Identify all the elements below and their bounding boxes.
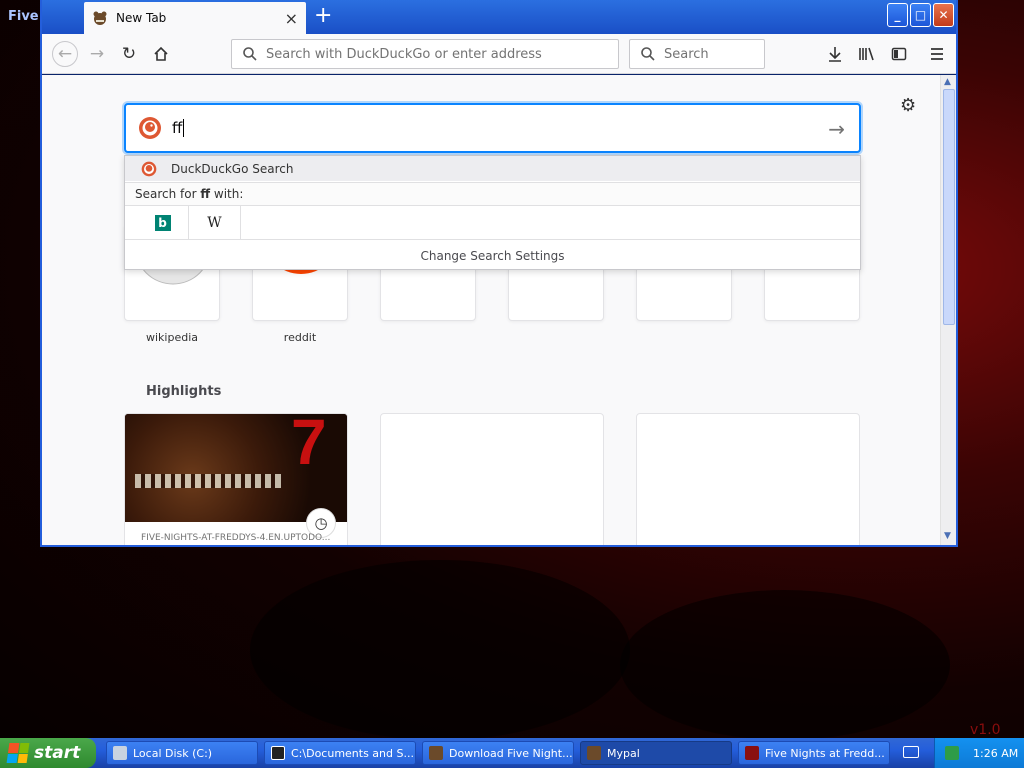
reload-icon: ↻ [121, 44, 137, 64]
highlights-heading: Highlights [146, 384, 222, 399]
sidebar-icon [891, 47, 907, 61]
fnaf-icon [745, 746, 759, 760]
taskbar-item-fnaf[interactable]: Five Nights at Fredd... [738, 741, 890, 765]
change-search-settings-button[interactable]: Change Search Settings [125, 240, 860, 271]
7zip-icon [271, 746, 285, 760]
bing-icon: b [154, 214, 171, 231]
highlight-url: FIVE-NIGHTS-AT-FREDDYS-4.EN.UPTODO... [141, 533, 331, 543]
engine-wikipedia-button[interactable]: W [189, 206, 241, 239]
desktop-version-mark: v1.0 [970, 722, 1001, 738]
newtab-search-input[interactable]: ff → [124, 103, 861, 153]
reload-button[interactable]: ↻ [118, 43, 140, 65]
freddy-icon [587, 746, 601, 760]
new-tab-page: ⚙ ff → DuckDuckGo Search Search for ff w… [42, 75, 940, 545]
maximize-button[interactable]: □ [910, 3, 931, 27]
search-for-suffix: with: [210, 187, 244, 201]
taskbar-item-label: C:\Documents and S... [291, 746, 414, 760]
thumbnail-teeth [135, 474, 285, 488]
title-bar: New Tab × + _ □ ✕ [42, 0, 956, 34]
change-search-settings-label: Change Search Settings [420, 248, 565, 263]
scroll-thumb[interactable] [943, 89, 955, 325]
new-tab-button[interactable]: + [314, 4, 332, 28]
tab-new-tab[interactable]: New Tab × [84, 2, 306, 34]
back-button[interactable]: ← [52, 41, 78, 67]
suggestion-duckduckgo-search[interactable]: DuckDuckGo Search [125, 156, 860, 181]
freddy-icon [429, 746, 443, 760]
minimize-icon: _ [894, 8, 901, 22]
scroll-down-icon[interactable]: ▼ [944, 531, 951, 541]
forward-arrow-icon: → [89, 44, 105, 64]
desktop-shadow [250, 560, 630, 740]
clock: 1:26 AM [973, 746, 1019, 760]
thumbnail-red-mark: 7 [291, 413, 327, 478]
taskbar-item-label: Five Nights at Fredd... [765, 746, 885, 760]
taskbar-item-label: Local Disk (C:) [133, 746, 213, 760]
duckduckgo-icon [141, 161, 157, 176]
vertical-scrollbar[interactable]: ▲ ▼ [940, 75, 956, 545]
search-for-header: Search for ff with: [125, 182, 860, 206]
downloads-button[interactable] [824, 43, 846, 65]
minimize-button[interactable]: _ [887, 3, 908, 27]
browser-window: New Tab × + _ □ ✕ ← → ↻ Search with Duck… [40, 0, 958, 547]
hamburger-menu-icon [931, 48, 943, 60]
desktop-corner-label: Five [8, 9, 39, 24]
gear-icon[interactable]: ⚙ [900, 95, 916, 116]
menu-button[interactable] [926, 43, 948, 65]
taskbar-item-label: Mypal [607, 746, 640, 760]
search-query-text: ff [172, 118, 185, 138]
search-for-term: ff [200, 187, 211, 201]
windows-logo-icon [6, 743, 30, 763]
taskbar: start Local Disk (C:) C:\Documents and S… [0, 738, 1024, 768]
taskbar-item-7zip[interactable]: C:\Documents and S... [264, 741, 416, 765]
top-site-label: wikipedia [145, 331, 198, 344]
drive-icon [113, 746, 127, 760]
search-bar[interactable]: Search [629, 39, 765, 69]
duckduckgo-icon [139, 117, 161, 139]
maximize-icon: □ [914, 8, 927, 22]
search-go-arrow-icon[interactable]: → [828, 117, 845, 141]
library-button[interactable] [856, 43, 878, 65]
address-placeholder: Search with DuckDuckGo or enter address [266, 46, 542, 62]
scroll-up-icon[interactable]: ▲ [944, 77, 951, 87]
search-icon [243, 47, 257, 61]
sidebar-button[interactable] [888, 43, 910, 65]
suggestion-label: DuckDuckGo Search [171, 161, 294, 176]
engine-bing-button[interactable]: b [137, 206, 189, 239]
highlight-thumbnail: 7 [125, 413, 347, 522]
search-placeholder: Search [664, 46, 709, 62]
desktop-shadow [620, 590, 950, 740]
highlight-card[interactable]: 7 ◷ FIVE-NIGHTS-AT-FREDDYS-4.EN.UPTODO..… [124, 413, 348, 545]
address-bar[interactable]: Search with DuckDuckGo or enter address [231, 39, 619, 69]
back-arrow-icon: ← [57, 44, 73, 64]
close-icon: ✕ [938, 8, 949, 22]
system-tray: 1:26 AM [934, 738, 1024, 768]
taskbar-item-label: Download Five Night... [449, 746, 573, 760]
highlight-card-empty [380, 413, 604, 545]
top-site-label: reddit [283, 331, 317, 344]
library-icon [859, 47, 874, 61]
taskbar-item-download[interactable]: Download Five Night... [422, 741, 574, 765]
search-for-prefix: Search for [135, 187, 201, 201]
download-icon [829, 47, 841, 62]
tab-title: New Tab [116, 11, 167, 25]
search-suggestions-dropdown: DuckDuckGo Search Search for ff with: b … [124, 155, 861, 270]
forward-button[interactable]: → [86, 43, 108, 65]
start-button[interactable]: start [0, 738, 96, 768]
wikipedia-icon: W [207, 214, 222, 231]
nav-toolbar: ← → ↻ Search with DuckDuckGo or enter ad… [42, 34, 956, 74]
freddy-favicon-icon [93, 11, 107, 25]
home-button[interactable] [150, 43, 172, 65]
network-icon[interactable] [945, 746, 959, 760]
start-label: start [34, 743, 81, 763]
taskbar-item-mypal[interactable]: Mypal [580, 741, 732, 765]
taskbar-item-local-disk[interactable]: Local Disk (C:) [106, 741, 258, 765]
highlight-card-empty [636, 413, 860, 545]
close-window-button[interactable]: ✕ [933, 3, 954, 27]
search-icon [641, 47, 655, 61]
search-engines-row: b W [125, 206, 860, 240]
tab-close-icon[interactable]: × [285, 9, 298, 28]
home-icon [154, 46, 168, 61]
keyboard-icon[interactable] [903, 746, 919, 758]
